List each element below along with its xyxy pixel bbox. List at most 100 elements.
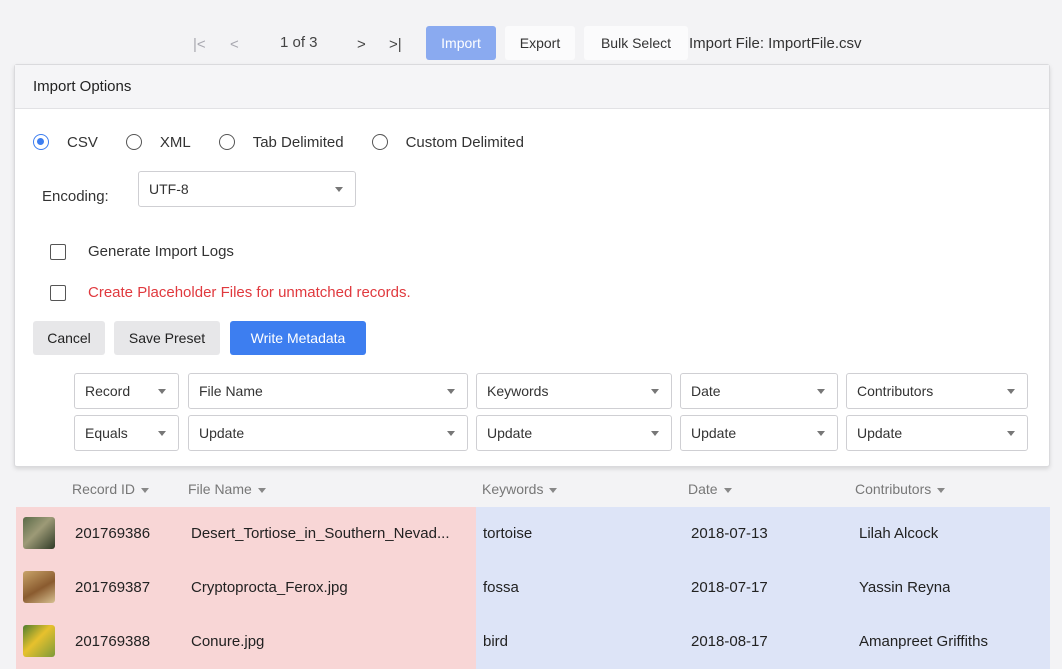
- keywords-cell: fossa: [483, 579, 519, 596]
- write-metadata-button[interactable]: Write Metadata: [230, 321, 366, 355]
- table-row[interactable]: 201769388 Conure.jpg bird 2018-08-17 Ama…: [16, 615, 1050, 669]
- mapping-select-keywords[interactable]: Keywords: [476, 373, 672, 409]
- encoding-label: Encoding:: [42, 188, 109, 205]
- radio-unchecked-icon: [125, 134, 142, 150]
- file-name-cell: Cryptoprocta_Ferox.jpg: [191, 579, 348, 596]
- contributors-cell: Lilah Alcock: [859, 525, 939, 542]
- placeholder-files-checkbox[interactable]: Create Placeholder Files for unmatched r…: [50, 284, 411, 301]
- mapping-value: File Name: [199, 383, 263, 399]
- last-page-icon[interactable]: >|: [389, 36, 402, 53]
- match-select-record[interactable]: Equals: [74, 415, 179, 451]
- chevron-down-icon: [651, 389, 659, 394]
- date-cell: 2018-08-17: [691, 633, 768, 650]
- panel-title: Import Options: [15, 65, 1049, 109]
- table-row[interactable]: 201769387 Cryptoprocta_Ferox.jpg fossa 2…: [16, 561, 1050, 615]
- cancel-button[interactable]: Cancel: [33, 321, 105, 355]
- chevron-down-icon: [158, 389, 166, 394]
- first-page-icon[interactable]: |<: [193, 36, 206, 53]
- thumbnail-image: [23, 571, 55, 603]
- column-header-date[interactable]: Date: [688, 481, 732, 497]
- chevron-down-icon: [335, 187, 343, 192]
- file-name-cell: Conure.jpg: [191, 633, 265, 650]
- mapping-value: Update: [487, 425, 533, 441]
- import-options-panel: Import Options CSV XML Tab Delimited Cus…: [14, 64, 1050, 467]
- previous-page-icon[interactable]: <: [230, 36, 239, 53]
- sort-caret-icon: [723, 487, 732, 493]
- export-button[interactable]: Export: [505, 26, 575, 60]
- date-cell: 2018-07-17: [691, 579, 768, 596]
- record-id-cell: 201769388: [75, 633, 151, 650]
- checkbox-icon: [50, 243, 66, 260]
- column-header-label: Contributors: [855, 481, 932, 497]
- mapping-value: Keywords: [487, 383, 549, 399]
- mapping-select-record[interactable]: Record: [74, 373, 179, 409]
- mapping-select-date[interactable]: Date: [680, 373, 838, 409]
- thumbnail-image: [23, 517, 55, 549]
- mapping-value: Update: [691, 425, 737, 441]
- radio-label: Tab Delimited: [252, 133, 344, 151]
- checkbox-icon: [50, 284, 66, 301]
- record-id-cell: 201769387: [75, 579, 151, 596]
- column-header-keywords[interactable]: Keywords: [482, 481, 558, 497]
- sort-caret-icon: [549, 487, 558, 493]
- mapping-value: Contributors: [857, 383, 934, 399]
- keywords-cell: tortoise: [483, 525, 533, 542]
- mapping-value: Date: [691, 383, 721, 399]
- match-select-keywords[interactable]: Update: [476, 415, 672, 451]
- radio-label: XML: [159, 133, 191, 151]
- radio-label: Custom Delimited: [405, 133, 524, 151]
- contributors-cell: Amanpreet Griffiths: [859, 633, 988, 650]
- table-row[interactable]: 201769386 Desert_Tortiose_in_Southern_Ne…: [16, 507, 1050, 561]
- format-radio-xml[interactable]: XML: [125, 133, 191, 151]
- encoding-select[interactable]: UTF-8: [138, 171, 356, 207]
- generate-logs-label: Generate Import Logs: [88, 243, 234, 260]
- match-select-file-name[interactable]: Update: [188, 415, 468, 451]
- radio-label: CSV: [67, 133, 98, 151]
- column-header-record-id[interactable]: Record ID: [72, 481, 150, 497]
- column-header-label: Record ID: [72, 481, 136, 497]
- sort-caret-icon: [257, 487, 266, 493]
- chevron-down-icon: [817, 389, 825, 394]
- mapping-value: Update: [199, 425, 245, 441]
- next-page-icon[interactable]: >: [357, 36, 366, 53]
- column-header-contributors[interactable]: Contributors: [855, 481, 946, 497]
- chevron-down-icon: [447, 431, 455, 436]
- column-header-file-name[interactable]: File Name: [188, 481, 266, 497]
- match-select-contributors[interactable]: Update: [846, 415, 1028, 451]
- radio-unchecked-icon: [218, 134, 235, 150]
- match-select-date[interactable]: Update: [680, 415, 838, 451]
- thumbnail-image: [23, 625, 55, 657]
- mapping-select-contributors[interactable]: Contributors: [846, 373, 1028, 409]
- radio-checked-icon: [33, 134, 49, 150]
- column-header-label: Keywords: [482, 481, 544, 497]
- file-name-cell: Desert_Tortiose_in_Southern_Nevad...: [191, 525, 450, 542]
- save-preset-button[interactable]: Save Preset: [114, 321, 220, 355]
- chevron-down-icon: [1007, 431, 1015, 436]
- keywords-cell: bird: [483, 633, 509, 650]
- bulk-select-button[interactable]: Bulk Select: [584, 26, 688, 60]
- generate-logs-checkbox[interactable]: Generate Import Logs: [50, 243, 234, 260]
- chevron-down-icon: [651, 431, 659, 436]
- format-radio-tab[interactable]: Tab Delimited: [218, 133, 344, 151]
- top-toolbar: |< < 1 of 3 > >| Import Export Bulk Sele…: [0, 0, 1062, 64]
- format-radio-group: CSV XML Tab Delimited Custom Delimited: [33, 129, 552, 155]
- contributors-cell: Yassin Reyna: [859, 579, 951, 596]
- radio-unchecked-icon: [371, 134, 388, 150]
- record-id-cell: 201769386: [75, 525, 151, 542]
- mapping-value: Record: [85, 383, 131, 399]
- chevron-down-icon: [158, 431, 166, 436]
- chevron-down-icon: [817, 431, 825, 436]
- mapping-value: Update: [857, 425, 903, 441]
- date-cell: 2018-07-13: [691, 525, 768, 542]
- page-indicator: 1 of 3: [280, 34, 318, 51]
- import-file-name: Import File: ImportFile.csv: [689, 35, 862, 52]
- sort-caret-icon: [141, 487, 150, 493]
- format-radio-csv[interactable]: CSV: [33, 134, 98, 151]
- chevron-down-icon: [1007, 389, 1015, 394]
- import-button[interactable]: Import: [426, 26, 496, 60]
- chevron-down-icon: [447, 389, 455, 394]
- mapping-select-file-name[interactable]: File Name: [188, 373, 468, 409]
- column-header-label: Date: [688, 481, 718, 497]
- encoding-value: UTF-8: [149, 181, 189, 197]
- format-radio-custom[interactable]: Custom Delimited: [371, 133, 524, 151]
